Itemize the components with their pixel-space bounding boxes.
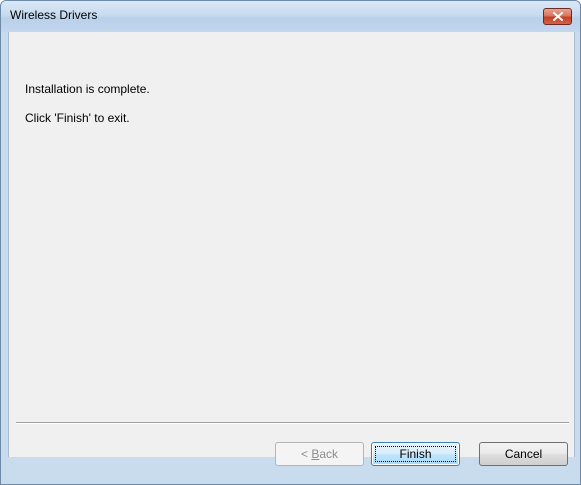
window-title: Wireless Drivers bbox=[10, 8, 98, 22]
dialog-window: Wireless Drivers Installation is complet… bbox=[0, 0, 581, 485]
cancel-button[interactable]: Cancel bbox=[479, 442, 568, 466]
title-bar[interactable]: Wireless Drivers bbox=[1, 1, 580, 32]
focus-rectangle bbox=[375, 446, 456, 462]
close-button[interactable] bbox=[543, 8, 572, 25]
exit-instruction: Click 'Finish' to exit. bbox=[25, 111, 130, 125]
back-button[interactable]: < Back bbox=[275, 442, 364, 466]
cancel-button-label: Cancel bbox=[504, 447, 543, 461]
button-separator bbox=[16, 422, 569, 424]
back-button-prefix: < bbox=[300, 447, 312, 461]
back-button-rest: ack bbox=[319, 447, 339, 461]
finish-button[interactable]: Finish bbox=[371, 442, 460, 466]
completion-message: Installation is complete. bbox=[25, 82, 150, 96]
dialog-body: Installation is complete. Click 'Finish'… bbox=[8, 32, 575, 457]
close-icon bbox=[553, 12, 563, 21]
